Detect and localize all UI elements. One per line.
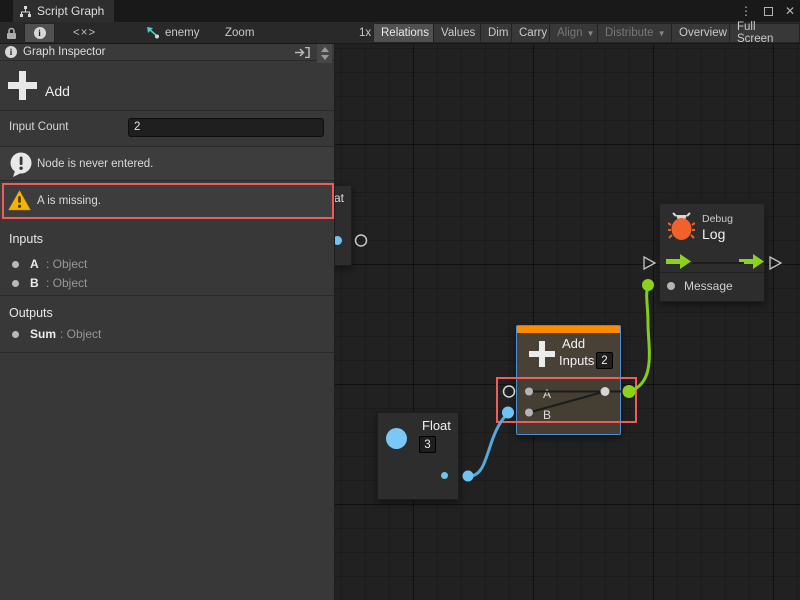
add-icon xyxy=(8,68,37,103)
node-title-bottom: Inputs xyxy=(559,353,594,368)
node-title: at xyxy=(335,191,344,205)
port-dot-icon xyxy=(12,331,19,338)
tab-script-graph[interactable]: Script Graph xyxy=(13,0,114,22)
flow-input-arrow-icon[interactable] xyxy=(666,254,692,269)
maximize-button[interactable] xyxy=(760,3,776,19)
inspector-title: Graph Inspector xyxy=(23,46,105,58)
message-port-label: Message xyxy=(684,279,733,293)
tab-label: Script Graph xyxy=(37,4,104,18)
window-menu-button[interactable]: ⋮ xyxy=(738,3,754,19)
toolbar-button-relations[interactable]: Relations xyxy=(373,23,437,43)
output-row-sum: Sum : Object xyxy=(0,326,334,344)
toolbar-button-values[interactable]: Values xyxy=(433,23,483,43)
error-highlight-rect-inspector xyxy=(2,183,334,219)
flow-port-triangle-in[interactable] xyxy=(644,257,655,269)
input-count-label: Input Count xyxy=(9,121,68,133)
info-icon: i xyxy=(5,46,17,58)
close-button[interactable]: ✕ xyxy=(782,3,798,19)
port-name: Sum xyxy=(30,327,56,341)
wire-cap-debug-in[interactable] xyxy=(642,279,654,291)
toolbar-button-overview[interactable]: Overview xyxy=(671,23,735,43)
zoom-label: Zoom xyxy=(218,23,261,43)
selected-node-title: Add xyxy=(45,83,70,99)
script-graph-asset-icon xyxy=(145,26,160,40)
error-highlight-rect xyxy=(496,377,637,423)
selected-node-header: Add xyxy=(0,61,334,111)
code-view-button[interactable]: <×> xyxy=(66,23,103,43)
inspect-button[interactable]: i xyxy=(24,23,55,43)
unity-script-graph-window: Script Graph ⋮ ✕ i <×> enemy Zoom xyxy=(0,0,800,600)
speech-bubble-icon xyxy=(9,152,34,178)
input-count-badge[interactable]: 2 xyxy=(596,352,613,369)
title-bar: Script Graph ⋮ ✕ xyxy=(0,0,800,22)
port-name: B xyxy=(30,276,39,290)
info-message: Node is never entered. xyxy=(0,146,334,181)
toolbar-button-align[interactable]: Align▼ xyxy=(549,23,603,43)
section-divider xyxy=(0,352,334,353)
node-partially-hidden[interactable]: at xyxy=(335,185,352,266)
graph-reference[interactable]: enemy xyxy=(138,23,207,43)
message-port-dot[interactable] xyxy=(667,282,675,290)
lock-button[interactable] xyxy=(3,23,20,43)
inputs-header: Inputs xyxy=(9,232,43,246)
toolbar-button-distribute[interactable]: Distribute▼ xyxy=(597,23,674,43)
graph-toolbar: i <×> enemy Zoom 1x Relations Values Dim… xyxy=(0,22,800,44)
chevron-down-icon: ▼ xyxy=(658,29,666,38)
toolbar-button-fullscreen[interactable]: Full Screen xyxy=(729,23,800,43)
graph-name: enemy xyxy=(165,27,200,39)
graph-icon xyxy=(19,5,32,18)
wires-overlay xyxy=(335,44,800,600)
node-surtitle: Debug xyxy=(702,213,733,225)
lock-icon xyxy=(6,27,17,40)
float-value-badge[interactable]: 3 xyxy=(419,436,436,453)
port-dot-icon xyxy=(12,280,19,287)
flow-port-triangle-out[interactable] xyxy=(770,257,781,269)
input-count-field[interactable]: 2 xyxy=(128,118,324,137)
info-message-text: Node is never entered. xyxy=(37,158,153,170)
port-circle-hidden-node-output[interactable] xyxy=(356,235,367,246)
maximize-icon xyxy=(764,7,773,16)
outputs-header: Outputs xyxy=(9,306,53,320)
node-title: Log xyxy=(702,226,725,242)
chevron-down-icon: ▼ xyxy=(587,29,595,38)
node-title: Float xyxy=(422,418,451,433)
port-type: : Object xyxy=(46,276,87,290)
float-value-icon xyxy=(386,428,407,449)
graph-canvas[interactable]: at Float 3 Add Inputs 2 A B xyxy=(335,44,800,600)
dock-panel-icon[interactable] xyxy=(295,47,310,58)
bug-icon xyxy=(668,212,695,241)
graph-inspector-panel: i Graph Inspector Add Input Count 2 xyxy=(0,44,335,600)
arrow-up-icon xyxy=(321,47,329,52)
node-float[interactable]: Float 3 xyxy=(377,412,459,500)
add-icon xyxy=(527,339,557,369)
port-dot-icon xyxy=(12,261,19,268)
node-debug-log[interactable]: Debug Log Message xyxy=(659,203,765,302)
port-name: A xyxy=(30,257,39,271)
flow-output-arrow-icon[interactable] xyxy=(739,254,765,269)
section-divider xyxy=(0,295,334,296)
port-type: : Object xyxy=(60,327,101,341)
input-row-a: A : Object xyxy=(0,256,334,274)
node-title-top: Add xyxy=(562,336,585,351)
port-type: : Object xyxy=(46,257,87,271)
inspector-header: i Graph Inspector xyxy=(0,44,334,61)
input-row-b: B : Object xyxy=(0,275,334,293)
arrow-down-icon xyxy=(321,55,329,60)
selection-accent-bar xyxy=(517,326,620,333)
wire-cap-float[interactable] xyxy=(463,471,474,482)
wire-add-to-debug[interactable] xyxy=(629,287,649,392)
node-divider xyxy=(660,272,764,273)
info-icon: i xyxy=(34,27,46,39)
